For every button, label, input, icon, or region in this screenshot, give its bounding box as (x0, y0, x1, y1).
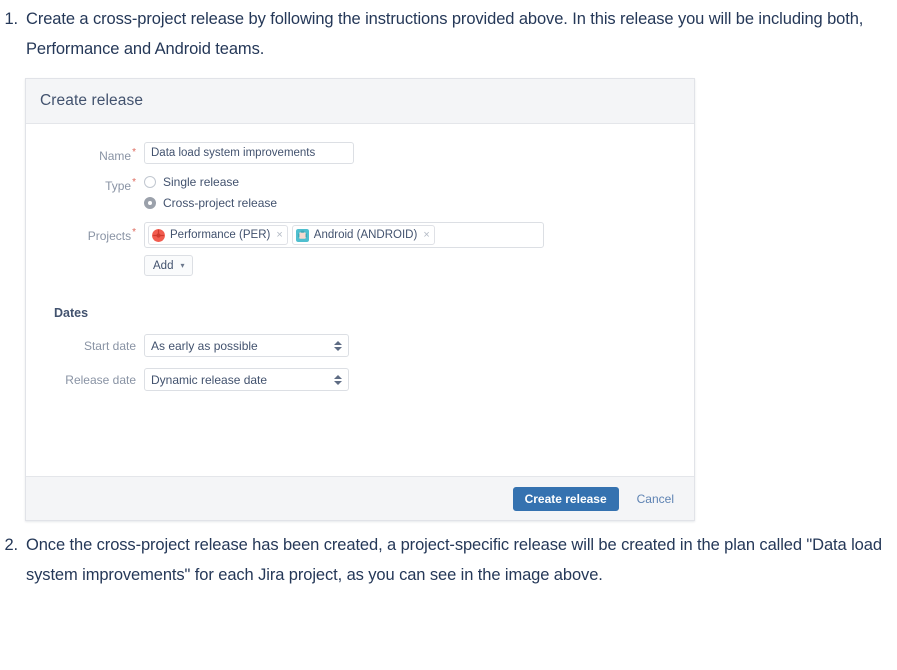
required-marker: * (132, 177, 136, 188)
release-date-value: Dynamic release date (151, 372, 268, 387)
projects-search-input[interactable] (438, 226, 540, 244)
android-avatar-svg (295, 228, 309, 242)
form-row-projects: Projects* Performance (PER) × Android (A… (40, 222, 680, 276)
name-label-text: Name (99, 149, 132, 163)
projects-token-field[interactable]: Performance (PER) × Android (ANDROID) × (144, 222, 544, 248)
release-date-control: Dynamic release date (144, 368, 680, 391)
add-project-button[interactable]: Add ▾ (144, 255, 194, 276)
list-item-number: 2. (4, 536, 18, 554)
list-item: 2. Once the cross-project release has be… (0, 521, 897, 590)
dates-section-title: Dates (54, 306, 89, 320)
stepper-arrows-icon (333, 340, 342, 351)
dialog-body: Name* Type* Single release (26, 124, 694, 476)
project-token-performance[interactable]: Performance (PER) × (148, 225, 288, 245)
dialog-footer: Create release Cancel (26, 476, 694, 520)
start-date-label: Start date (83, 339, 136, 353)
list-item-text: Create a cross-project release by follow… (26, 10, 864, 58)
list-item: 1. Create a cross-project release by fol… (0, 0, 897, 64)
cancel-button[interactable]: Cancel (631, 491, 680, 507)
create-release-button[interactable]: Create release (512, 486, 619, 511)
type-label: Type* (40, 172, 144, 193)
projects-label: Projects* (40, 222, 144, 243)
dialog-title: Create release (40, 92, 144, 109)
performance-avatar-svg (152, 228, 165, 242)
required-marker: * (132, 227, 136, 238)
start-date-control: As early as possible (144, 334, 680, 357)
dialog-header: Create release (26, 79, 694, 124)
type-label-text: Type (105, 179, 132, 193)
name-input[interactable] (144, 142, 354, 164)
radio-icon (144, 176, 156, 188)
projects-control: Performance (PER) × Android (ANDROID) × … (144, 222, 680, 276)
project-token-android-label: Android (ANDROID) (313, 229, 418, 241)
start-date-select[interactable]: As early as possible (144, 334, 349, 357)
name-label: Name* (40, 142, 144, 163)
instruction-list: 1. Create a cross-project release by fol… (0, 0, 897, 590)
radio-cross-project-release-label: Cross-project release (163, 196, 278, 210)
performance-project-avatar-icon (152, 228, 165, 242)
start-date-value: As early as possible (151, 338, 258, 353)
name-control (144, 142, 680, 164)
form-row-release-date: Release date Dynamic release date (40, 368, 680, 391)
radio-single-release-label: Single release (163, 175, 240, 189)
create-release-dialog: Create release Name* Type* Sin (25, 78, 695, 521)
form-row-start-date: Start date As early as possible (40, 334, 680, 357)
form-row-name: Name* (40, 142, 680, 164)
radio-single-release[interactable]: Single release (144, 172, 680, 192)
close-icon[interactable]: × (423, 229, 429, 241)
project-token-android[interactable]: Android (ANDROID) × (291, 225, 435, 245)
release-date-label: Release date (65, 373, 136, 387)
add-project-button-label: Add (153, 259, 174, 272)
screenshot-figure: Create release Name* Type* Sin (0, 64, 897, 521)
list-item-text: Once the cross-project release has been … (26, 536, 882, 584)
type-control: Single release Cross-project release (144, 172, 680, 214)
project-token-performance-label: Performance (PER) (170, 229, 271, 241)
release-date-select[interactable]: Dynamic release date (144, 368, 349, 391)
stepper-arrows-icon (333, 374, 342, 385)
projects-label-text: Projects (87, 229, 132, 243)
radio-checked-icon (144, 197, 156, 209)
chevron-down-icon: ▾ (180, 260, 185, 270)
radio-cross-project-release[interactable]: Cross-project release (144, 193, 680, 213)
form-row-type: Type* Single release Cross-project relea… (40, 172, 680, 214)
required-marker: * (132, 147, 136, 158)
android-project-avatar-icon (295, 228, 309, 242)
close-icon[interactable]: × (276, 229, 282, 241)
list-item-number: 1. (4, 10, 18, 28)
